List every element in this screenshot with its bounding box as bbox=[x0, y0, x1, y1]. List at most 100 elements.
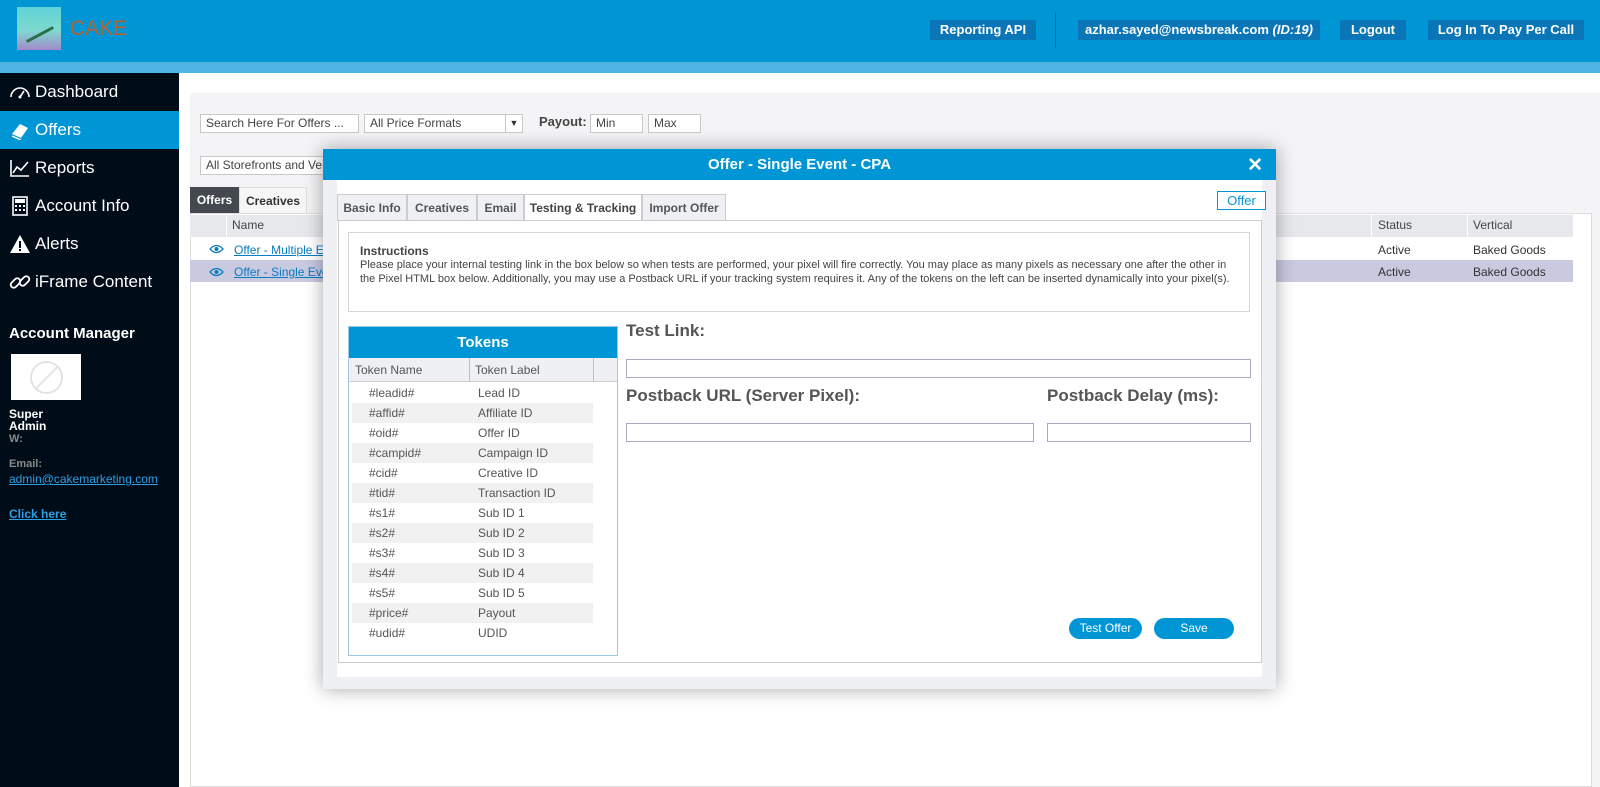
eye-icon[interactable] bbox=[209, 244, 224, 254]
tab-creatives[interactable]: Creatives bbox=[407, 194, 477, 221]
sidebar-item-dashboard[interactable]: Dashboard bbox=[0, 73, 179, 111]
storefront-select[interactable]: All Storefronts and Ver bbox=[200, 156, 330, 175]
pay-per-call-button[interactable]: Log In To Pay Per Call bbox=[1428, 20, 1584, 40]
token-label: Campaign ID bbox=[478, 446, 549, 460]
token-name: #cid# bbox=[369, 466, 398, 480]
offer-badge-button[interactable]: Offer bbox=[1217, 191, 1266, 210]
token-label-column[interactable]: Token Label bbox=[475, 363, 540, 377]
token-label: Affiliate ID bbox=[478, 406, 533, 420]
token-row[interactable]: #s2# Sub ID 2 bbox=[352, 523, 593, 543]
test-link-input[interactable] bbox=[626, 359, 1251, 378]
logout-button[interactable]: Logout bbox=[1340, 20, 1406, 40]
token-name-column[interactable]: Token Name bbox=[355, 363, 422, 377]
token-name: #s4# bbox=[369, 566, 396, 580]
payout-max-input[interactable]: Max bbox=[648, 114, 701, 133]
token-row[interactable]: #s4# Sub ID 4 bbox=[352, 563, 593, 583]
tokens-title: Tokens bbox=[349, 327, 617, 358]
offer-vertical: Baked Goods bbox=[1473, 243, 1546, 257]
postback-delay-label: Postback Delay (ms): bbox=[1047, 386, 1219, 405]
offer-vertical: Baked Goods bbox=[1473, 265, 1546, 279]
token-row[interactable]: #s1# Sub ID 1 bbox=[352, 503, 593, 523]
sidebar-item-account-info[interactable]: Account Info bbox=[0, 187, 179, 225]
offer-search-input[interactable]: Search Here For Offers ... bbox=[200, 114, 359, 133]
token-name: #s5# bbox=[369, 586, 396, 600]
sidebar-item-offers[interactable]: Offers bbox=[0, 111, 179, 149]
token-name: #affid# bbox=[369, 406, 405, 420]
token-row[interactable]: #oid# Offer ID bbox=[352, 423, 593, 443]
account-manager-email-link[interactable]: admin@cakemarketing.com bbox=[9, 472, 158, 486]
sidebar-item-alerts[interactable]: Alerts bbox=[0, 225, 179, 263]
instructions-title: Instructions bbox=[360, 244, 429, 258]
column-separator bbox=[593, 358, 594, 382]
token-row[interactable]: #tid# Transaction ID bbox=[352, 483, 593, 503]
grid-column-status[interactable]: Status bbox=[1378, 218, 1412, 232]
sidebar-item-iframe-content[interactable]: iFrame Content bbox=[0, 263, 179, 301]
test-offer-button[interactable]: Test Offer bbox=[1069, 618, 1142, 639]
user-account-button[interactable]: azhar.sayed@newsbreak.com (ID:19) bbox=[1078, 20, 1320, 40]
token-label: Payout bbox=[478, 606, 516, 620]
token-row[interactable]: #leadid# Lead ID bbox=[352, 383, 593, 403]
tab-testing-tracking[interactable]: Testing & Tracking bbox=[524, 194, 642, 222]
sidebar-item-label: Alerts bbox=[35, 234, 79, 253]
grid-column-name[interactable]: Name bbox=[232, 218, 264, 232]
sidebar: Dashboard Offers Reports Account Info Al… bbox=[0, 73, 179, 787]
token-row[interactable]: #cid# Creative ID bbox=[352, 463, 593, 483]
token-row[interactable]: #campid# Campaign ID bbox=[352, 443, 593, 463]
eye-icon[interactable] bbox=[209, 267, 224, 277]
tab-basic-info[interactable]: Basic Info bbox=[337, 194, 407, 221]
account-manager-w-label: W: bbox=[9, 433, 23, 445]
sidebar-item-reports[interactable]: Reports bbox=[0, 149, 179, 187]
offer-status: Active bbox=[1378, 265, 1411, 279]
token-row[interactable]: #s5# Sub ID 5 bbox=[352, 583, 593, 603]
chart-icon bbox=[10, 160, 29, 177]
grid-column-vertical[interactable]: Vertical bbox=[1473, 218, 1512, 232]
brand-name[interactable]: CAKE bbox=[70, 17, 127, 41]
click-here-link[interactable]: Click here bbox=[9, 507, 66, 521]
reporting-api-button[interactable]: Reporting API bbox=[930, 20, 1036, 40]
token-row[interactable]: #affid# Affiliate ID bbox=[352, 403, 593, 423]
token-label: UDID bbox=[478, 626, 508, 640]
tab-import-offer[interactable]: Import Offer bbox=[642, 194, 726, 221]
token-label: Offer ID bbox=[478, 426, 520, 440]
modal-title: Offer - Single Event - CPA bbox=[707, 156, 892, 173]
instructions-text: Please place your internal testing link … bbox=[360, 259, 1230, 285]
price-format-value: All Price Formats bbox=[370, 116, 462, 130]
tab-creatives[interactable]: Creatives bbox=[239, 187, 307, 213]
offers-icon bbox=[11, 124, 28, 140]
token-label: Sub ID 1 bbox=[478, 506, 525, 520]
cake-logo-icon[interactable] bbox=[17, 7, 61, 50]
sidebar-item-label: Offers bbox=[35, 120, 81, 139]
payout-min-input[interactable]: Min bbox=[590, 114, 643, 133]
postback-delay-input[interactable] bbox=[1047, 423, 1251, 442]
grid-column-separator bbox=[1467, 215, 1468, 237]
offer-name-link[interactable]: Offer - Single Eve bbox=[234, 265, 329, 279]
offer-status: Active bbox=[1378, 243, 1411, 257]
user-email: azhar.sayed@newsbreak.com bbox=[1084, 22, 1269, 37]
no-photo-icon bbox=[30, 361, 63, 394]
token-label: Lead ID bbox=[478, 386, 521, 400]
top-divider bbox=[1055, 12, 1056, 48]
payout-label: Payout: bbox=[539, 114, 587, 129]
token-label: Sub ID 5 bbox=[478, 586, 525, 600]
account-manager-name: Super Admin bbox=[9, 407, 47, 433]
account-manager-title: Account Manager bbox=[9, 325, 135, 342]
token-name: #s2# bbox=[369, 526, 396, 540]
token-row[interactable]: #udid# UDID bbox=[352, 623, 593, 643]
token-name: #campid# bbox=[369, 446, 422, 460]
token-row[interactable]: #price# Payout bbox=[352, 603, 593, 623]
offer-name-link[interactable]: Offer - Multiple Ev bbox=[234, 243, 330, 257]
avatar bbox=[11, 354, 81, 400]
tab-offers[interactable]: Offers bbox=[190, 187, 239, 213]
instructions-box: Instructions Please place your internal … bbox=[348, 232, 1250, 312]
token-row[interactable]: #s3# Sub ID 3 bbox=[352, 543, 593, 563]
close-icon[interactable]: ✕ bbox=[1247, 154, 1263, 177]
account-manager-email-label: Email: bbox=[9, 458, 43, 470]
tokens-table: Tokens Token Name Token Label #leadid# Le… bbox=[348, 326, 618, 656]
grid-column-separator bbox=[226, 215, 227, 237]
save-button[interactable]: Save bbox=[1154, 618, 1234, 639]
tokens-scrollbar[interactable] bbox=[593, 382, 616, 652]
gauge-icon bbox=[10, 87, 30, 99]
price-format-select[interactable]: All Price Formats ▼ bbox=[364, 114, 523, 133]
tab-email[interactable]: Email bbox=[477, 194, 524, 221]
postback-url-input[interactable] bbox=[626, 423, 1034, 442]
